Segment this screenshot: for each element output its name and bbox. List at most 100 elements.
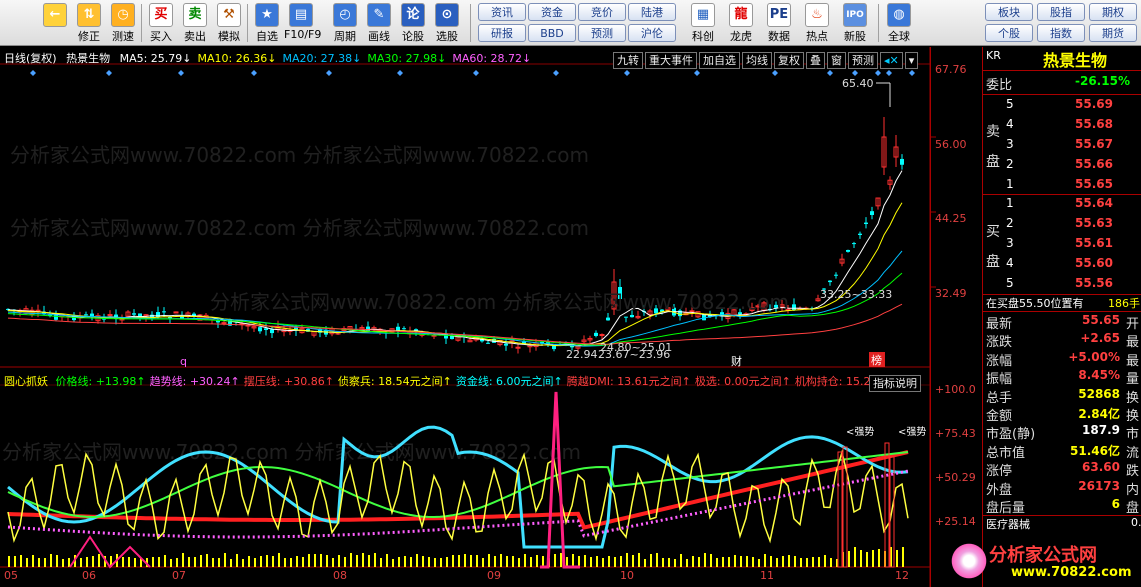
signal-bar — [884, 442, 890, 568]
quick-button-竞价[interactable]: 竞价 — [578, 3, 626, 21]
toolbar-button-label: 科创 — [692, 30, 714, 43]
volume-bar — [866, 552, 868, 567]
order-level: 4 — [1006, 117, 1014, 131]
indicator-info: 圆心抓妖 价格线: +13.98↑ 趋势线: +30.24↑ 摆压线: +30.86… — [4, 373, 897, 389]
volume-bar — [848, 551, 850, 567]
volume-bar — [386, 554, 388, 567]
quick-button-资金[interactable]: 资金 — [528, 3, 576, 21]
candle-body — [264, 328, 268, 331]
stat-tail: 量 — [1126, 372, 1140, 388]
toolbar-button-买入[interactable]: 买买入 — [144, 2, 178, 44]
kline-tab-窗[interactable]: 窗 — [827, 52, 846, 69]
kline-tab-重大事件[interactable]: 重大事件 — [645, 52, 697, 69]
quick-button-板块[interactable]: 板块 — [985, 3, 1033, 21]
volume-bar — [674, 559, 676, 567]
kline-tab-九转[interactable]: 九转 — [613, 52, 643, 69]
toolbar-button-卖出[interactable]: 卖卖出 — [178, 2, 212, 44]
toolbar-button-label: 热点 — [806, 30, 828, 43]
toolbar-button-周期[interactable]: ◴ 周期 — [328, 2, 362, 44]
quick-button-研报[interactable]: 研报 — [478, 24, 526, 42]
low-label: 23.67~23.96 — [598, 348, 670, 361]
volume-bar — [152, 557, 154, 567]
chevron-down-icon[interactable]: ▾ — [904, 52, 919, 69]
price-high-label: 65.40 — [842, 77, 874, 90]
kline-tab-加自选[interactable]: 加自选 — [699, 52, 740, 69]
volume-bar — [482, 558, 484, 567]
candle-body — [504, 343, 508, 346]
kline-tab-叠[interactable]: 叠 — [806, 52, 825, 69]
event-marker-icon — [886, 70, 892, 76]
volume-bar — [98, 554, 100, 567]
volume-bar — [392, 559, 394, 567]
event-marker-icon — [30, 70, 36, 76]
indicator-name[interactable]: 圆心抓妖 — [4, 375, 48, 388]
panel-row: 3 55.61 — [983, 236, 1141, 254]
volume-bar — [788, 555, 790, 567]
watermark: 分析家公式网www.70822.com 分析家公式网www.70822.com — [210, 290, 789, 314]
quick-button-预测[interactable]: 预测 — [578, 24, 626, 42]
toolbar-button-label: 买入 — [150, 30, 172, 43]
quick-button-沪伦[interactable]: 沪伦 — [628, 24, 676, 42]
toolbar-button-F10/F9[interactable]: ▤ F10/F9 — [284, 2, 321, 44]
globe-icon: ◍ — [887, 3, 911, 27]
quick-button-期货[interactable]: 期货 — [1089, 24, 1137, 42]
volume-bar — [488, 554, 490, 567]
volume-bar — [410, 557, 412, 567]
quick-button-个股[interactable]: 个股 — [985, 24, 1033, 42]
indicator-help-button[interactable]: 指标说明 — [869, 372, 923, 392]
close-icon[interactable]: ◂✕ — [880, 52, 903, 69]
toolbar-button-测速[interactable]: ◷ 测速 — [106, 2, 140, 44]
volume-bar — [278, 553, 280, 567]
flower-icon — [949, 541, 989, 581]
volume-bar — [344, 557, 346, 567]
toolbar-button-back[interactable]: ← — [38, 2, 72, 44]
quick-button-期权[interactable]: 期权 — [1089, 3, 1137, 21]
volume-bar — [494, 556, 496, 567]
volume-bar — [434, 558, 436, 567]
quick-button-BBD[interactable]: BBD — [528, 24, 576, 42]
stat-value: 2.84亿 — [1078, 407, 1120, 421]
event-marker-icon — [909, 70, 915, 76]
toolbar-button-数据[interactable]: PE 数据 — [762, 2, 796, 44]
panel-row: 总手 52868 换 — [983, 387, 1141, 406]
kline-tab-均线[interactable]: 均线 — [742, 52, 772, 69]
toolbar-button-热点[interactable]: ♨ 热点 — [800, 2, 834, 44]
toolbar-button-科创[interactable]: ▦ 科创 — [686, 2, 720, 44]
toolbar-button-模拟[interactable]: ⚒ 模拟 — [212, 2, 246, 44]
volume-bar — [752, 557, 754, 567]
stat-tail: 换 — [1126, 390, 1140, 406]
toolbar-button-选股[interactable]: ⊙ 选股 — [430, 2, 464, 44]
event-marker-icon — [553, 70, 559, 76]
buy-notice-qty: 186手 — [1108, 297, 1140, 310]
stat-value: 63.60 — [1082, 460, 1120, 475]
toolbar-button-新股[interactable]: IPO 新股 — [838, 2, 872, 44]
volume-bar — [86, 557, 88, 567]
volume-bar — [560, 553, 562, 567]
volume-bar — [296, 556, 298, 567]
quick-button-陆港[interactable]: 陆港 — [628, 3, 676, 21]
kline-chart[interactable]: 65.4033.25~33.3324.80~25.0122.94 23.67~23… — [0, 47, 982, 587]
toolbar-button-论股[interactable]: 论论股 — [396, 2, 430, 44]
x-tick: 07 — [172, 569, 186, 582]
quick-button-资讯[interactable]: 资讯 — [478, 3, 526, 21]
panel-row: 外盘 26173 内 — [983, 479, 1141, 498]
volume-bar — [266, 555, 268, 567]
quick-button-股指[interactable]: 股指 — [1037, 3, 1085, 21]
toolbar-button-修正[interactable]: ⇅ 修正 — [72, 2, 106, 44]
toolbar-button-全球[interactable]: ◍ 全球 — [882, 2, 916, 44]
quick-button-指数[interactable]: 指数 — [1037, 24, 1085, 42]
kline-tab-预测[interactable]: 预测 — [848, 52, 878, 69]
kline-tab-复权[interactable]: 复权 — [774, 52, 804, 69]
toolbar-button-自选[interactable]: ★ 自选 — [250, 2, 284, 44]
toolbar-button-label: 选股 — [436, 30, 458, 43]
toolbar-separator — [878, 4, 879, 42]
toolbar-button-龙虎[interactable]: 龍龙虎 — [724, 2, 758, 44]
toolbar-button-画线[interactable]: ✎ 画线 — [362, 2, 396, 44]
stat-tail: 内 — [1126, 482, 1140, 498]
volume-bar — [272, 556, 274, 567]
watermark: 分析家公式网www.70822.com 分析家公式网www.70822.com — [10, 216, 589, 240]
webi-label: 委比 — [986, 78, 1013, 93]
volume-bar — [452, 555, 454, 567]
industry-label[interactable]: 医疗器械 — [986, 516, 1030, 532]
toolbar-button-label: 测速 — [112, 30, 134, 43]
